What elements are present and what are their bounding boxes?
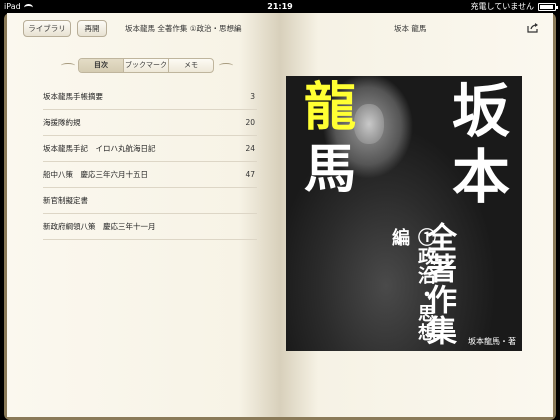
tab-notes[interactable]: メモ — [169, 59, 213, 72]
ornament-right — [219, 63, 233, 68]
toc-item-title: 坂本龍馬手帳摘要 — [43, 92, 103, 101]
share-icon[interactable] — [527, 22, 539, 33]
toc-item[interactable]: 新政府綱領八策 慶応三年十一月 — [43, 214, 257, 240]
battery-icon — [538, 2, 558, 11]
battery-status-text: 充電していません — [470, 2, 534, 11]
toc-item[interactable]: 坂本龍馬手帳摘要 3 — [43, 84, 257, 110]
battery-fill — [540, 4, 553, 9]
toc-item-title: 船中八策 慶応三年六月十五日 — [43, 170, 148, 179]
library-button[interactable]: ライブラリ — [23, 20, 71, 37]
toc-item-page: 47 — [245, 170, 255, 179]
ornament-left — [61, 63, 75, 68]
cover-author: 坂本龍馬・著 — [468, 337, 516, 346]
cover-char-ma: 馬 — [304, 139, 357, 200]
toc-item-page: 20 — [245, 118, 255, 127]
cover-char-ryu: 龍 — [304, 77, 357, 138]
toc-item-title: 新政府綱領八策 慶応三年十一月 — [43, 222, 156, 231]
toc-item-title: 坂本龍馬手記 イロハ丸航海日記 — [43, 144, 156, 153]
toc-list: 坂本龍馬手帳摘要 3 海援隊約規 20 坂本龍馬手記 イロハ丸航海日記 24 船中八策… — [43, 84, 257, 240]
toc-item-title: 新官制擬定書 — [43, 196, 88, 205]
cover-volume: ①政治・思想編 — [389, 228, 436, 342]
tab-bookmarks[interactable]: ブックマーク — [124, 59, 169, 72]
right-page: 坂本 龍馬 龍 馬 坂 本 全著作集 ①政治・思想編 坂本龍馬・著 — [280, 13, 553, 417]
cover-char-moto: 本 — [452, 143, 511, 211]
tab-bar: 目次 ブックマーク メモ — [78, 58, 214, 73]
status-right: 充電していません — [470, 0, 558, 13]
left-page: ライブラリ 再開 坂本龍馬 全著作集 ①政治・思想編 目次 ブックマーク メモ … — [7, 13, 280, 417]
cover-char-saka: 坂 — [452, 77, 511, 145]
toc-item-title: 海援隊約規 — [43, 118, 81, 127]
toc-item-page: 24 — [245, 144, 255, 153]
book-title: 坂本龍馬 全著作集 ①政治・思想編 — [125, 24, 242, 33]
status-bar: iPad 21:19 充電していません — [0, 0, 560, 13]
resume-button[interactable]: 再開 — [77, 20, 107, 37]
toc-item-page: 3 — [250, 92, 255, 101]
book-cover: 龍 馬 坂 本 全著作集 ①政治・思想編 坂本龍馬・著 — [286, 76, 522, 351]
toc-item[interactable]: 船中八策 慶応三年六月十五日 47 — [43, 162, 257, 188]
cover-portrait-face — [354, 104, 384, 144]
tab-contents[interactable]: 目次 — [79, 59, 124, 72]
book: ライブラリ 再開 坂本龍馬 全著作集 ①政治・思想編 目次 ブックマーク メモ … — [4, 13, 556, 420]
right-page-title: 坂本 龍馬 — [394, 24, 427, 33]
toc-item[interactable]: 新官制擬定書 — [43, 188, 257, 214]
toc-item[interactable]: 坂本龍馬手記 イロハ丸航海日記 24 — [43, 136, 257, 162]
toc-item[interactable]: 海援隊約規 20 — [43, 110, 257, 136]
